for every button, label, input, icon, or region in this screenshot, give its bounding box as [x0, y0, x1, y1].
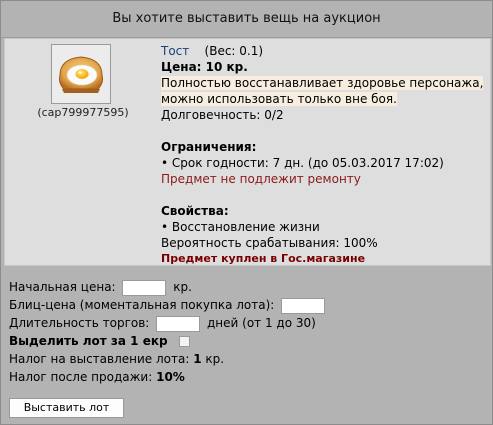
listing-tax-unit: кр. — [205, 352, 225, 366]
item-expiry: • Срок годности: 7 дн. (до 05.03.2017 17… — [161, 156, 444, 170]
not-repairable-note: Предмет не подлежит ремонту — [161, 172, 361, 186]
start-price-input[interactable] — [122, 279, 167, 296]
duration-hint: дней (от 1 до 30) — [207, 316, 316, 330]
item-info: Тост (Вес: 0.1) Цена: 10 кр. Полностью в… — [161, 43, 491, 267]
auction-form: Начальная цена: кр. Блиц-цена (моменталь… — [9, 278, 328, 386]
dialog-title: Вы хотите выставить вещь на аукцион — [1, 1, 492, 38]
item-price: Цена: 10 кр. — [161, 60, 248, 74]
blitz-price-input[interactable] — [281, 297, 326, 314]
blitz-price-label: Блиц-цена (моментальная покупка лота): — [9, 298, 275, 312]
submit-lot-button[interactable]: Выставить лот — [9, 398, 124, 418]
sale-tax-value: 10% — [156, 370, 185, 384]
item-panel: (cap799977595) Тост (Вес: 0.1) Цена: 10 … — [4, 38, 491, 266]
listing-tax-value: 1 — [193, 352, 202, 366]
highlight-lot-label: Выделить лот за 1 екр — [9, 334, 168, 348]
duration-label: Длительность торгов: — [9, 316, 150, 330]
property-item: • Восстановление жизни — [161, 220, 320, 234]
sale-tax-label: Налог после продажи: — [9, 370, 153, 384]
start-price-label: Начальная цена: — [9, 280, 116, 294]
item-description-line2: можно использовать только вне боя. — [161, 92, 397, 106]
trigger-chance: Вероятность срабатывания: 100% — [161, 236, 378, 250]
listing-tax-label: Налог на выставление лота: — [9, 352, 190, 366]
item-weight: (Вес: 0.1) — [204, 44, 264, 58]
item-name-link[interactable]: Тост — [161, 44, 189, 58]
toast-egg-icon — [51, 44, 111, 104]
start-price-unit: кр. — [173, 280, 192, 294]
bought-in-note: Предмет куплен в Гос.магазине — [161, 252, 366, 265]
item-owner-id: (cap799977595) — [37, 106, 129, 119]
properties-title: Свойства: — [161, 204, 229, 218]
restrictions-title: Ограничения: — [161, 140, 257, 154]
item-description-line1: Полностью восстанавливает здоровье персо… — [161, 76, 484, 90]
highlight-lot-checkbox[interactable] — [179, 336, 191, 347]
auction-dialog: Вы хотите выставить вещь на аукцион (cap… — [0, 0, 493, 425]
item-durability: Долговечность: 0/2 — [161, 108, 284, 122]
duration-input[interactable] — [156, 315, 201, 332]
